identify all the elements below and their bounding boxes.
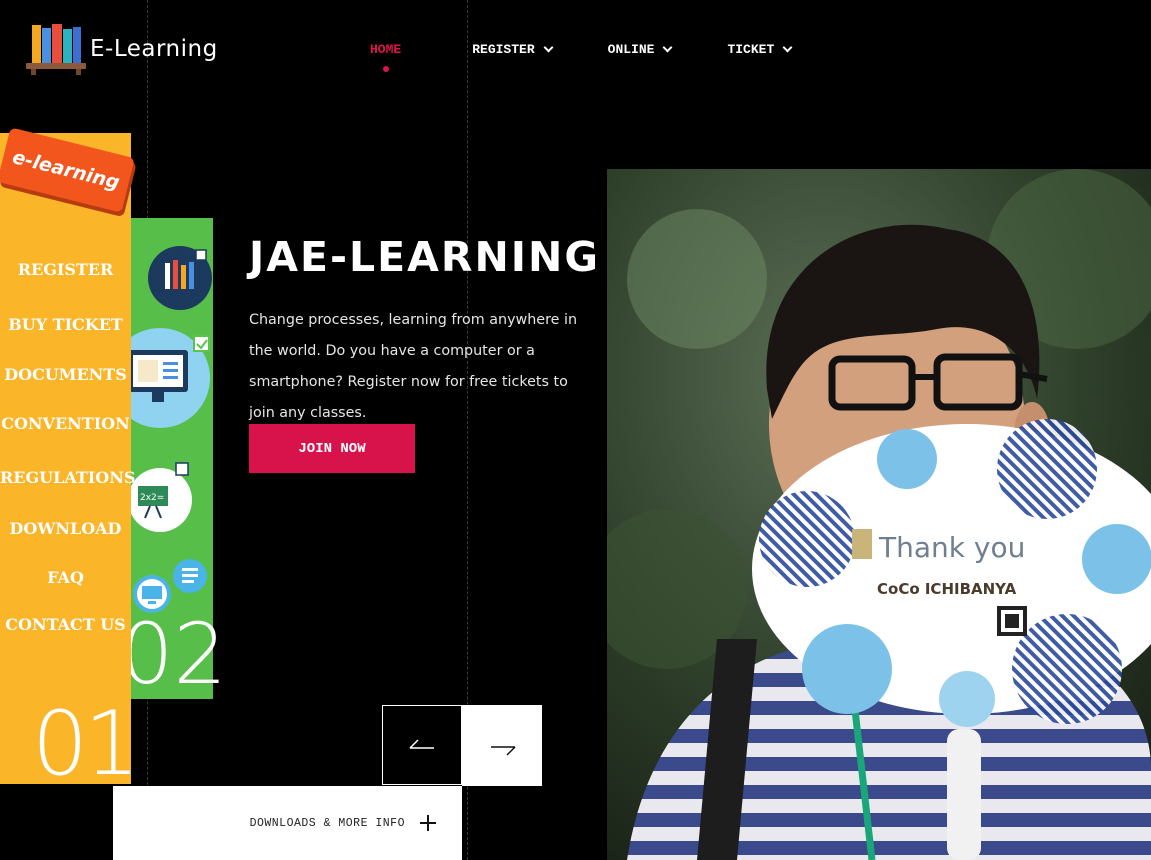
- slider-next-button[interactable]: [462, 705, 542, 786]
- nav-ticket-label: TICKET: [727, 42, 775, 57]
- plus-icon: [420, 815, 436, 831]
- side-menu-documents[interactable]: DOCUMENTS: [0, 365, 131, 384]
- nav-ticket[interactable]: TICKET: [727, 42, 793, 57]
- nav-home-label: HOME: [370, 42, 402, 57]
- site-logo[interactable]: E-Learning: [24, 22, 218, 76]
- side-menu-download[interactable]: DOWNLOAD: [0, 519, 131, 538]
- svg-text:2x2=: 2x2=: [140, 493, 164, 503]
- nav-register-label: REGISTER: [472, 42, 535, 57]
- join-now-button[interactable]: JOIN NOW: [249, 424, 415, 473]
- main-nav: HOME REGISTER ONLINE TICKET: [370, 42, 793, 72]
- chevron-down-icon: [543, 42, 554, 53]
- side-menu-buy-ticket[interactable]: BUY TICKET: [0, 315, 131, 334]
- side-menu-regulations[interactable]: REGULATIONS: [0, 468, 135, 487]
- active-indicator: [382, 66, 389, 72]
- side-menu-contact-us[interactable]: CONTACT US: [0, 615, 131, 634]
- arrow-right-icon: [491, 746, 516, 756]
- nav-home[interactable]: HOME: [370, 42, 402, 72]
- hero-description: Change processes, learning from anywhere…: [249, 312, 578, 421]
- nav-online[interactable]: ONLINE: [607, 42, 673, 57]
- nav-register[interactable]: REGISTER: [472, 42, 554, 57]
- chevron-down-icon: [782, 42, 793, 53]
- fan-thank-you: Thank you: [878, 531, 1025, 564]
- fan-brand: CoCo ICHIBANYA: [877, 580, 1017, 598]
- downloads-label: DOWNLOADS & MORE INFO: [249, 816, 405, 830]
- slide-number-02: 02: [120, 605, 227, 703]
- nav-online-label: ONLINE: [607, 42, 655, 57]
- badge-text: e-learning: [10, 146, 122, 194]
- chevron-down-icon: [663, 42, 673, 53]
- side-menu-convention[interactable]: CONVENTION: [0, 414, 131, 433]
- logo-text: E-Learning: [90, 36, 218, 62]
- side-menu-faq[interactable]: FAQ: [0, 568, 131, 587]
- arrow-left-icon: [409, 739, 434, 749]
- downloads-more-info[interactable]: DOWNLOADS & MORE INFO: [113, 786, 462, 860]
- bookshelf-icon: [24, 22, 88, 76]
- slide-number-01: 01: [32, 692, 140, 795]
- side-menu-register[interactable]: REGISTER: [0, 260, 131, 279]
- slider-prev-button[interactable]: [382, 705, 462, 785]
- slide-card-01: REGISTER BUY TICKET DOCUMENTS CONVENTION…: [0, 133, 135, 784]
- hero-title: JAE-LEARNING: [249, 233, 600, 281]
- hero-photo: Thank you CoCo ICHIBANYA: [607, 169, 1151, 860]
